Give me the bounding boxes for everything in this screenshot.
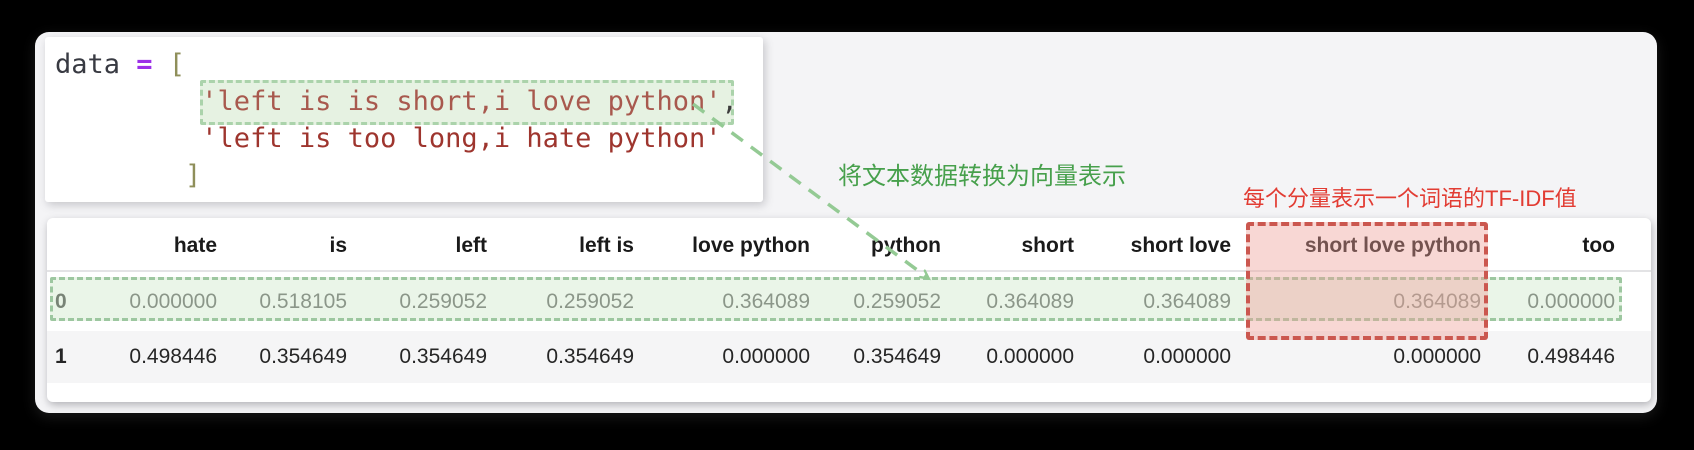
column-header-short-love: short love — [1074, 222, 1231, 272]
tfidf-column-highlight-box — [1246, 222, 1488, 340]
index-header — [47, 222, 87, 272]
cell-value: 0.354649 — [399, 345, 487, 368]
spacer-cell — [1615, 331, 1651, 383]
close-bracket: ] — [185, 160, 202, 191]
code-line-1: data = [ — [55, 46, 738, 83]
assign-operator: = — [136, 49, 153, 80]
row-index: 1 — [55, 345, 67, 368]
cell-value: 0.498446 — [1527, 345, 1615, 368]
cell-value: 0.000000 — [722, 345, 810, 368]
cell-value: 0.498446 — [129, 345, 217, 368]
column-header-left: left — [347, 222, 487, 272]
string-literal-2: 'left is too long,i hate python' — [201, 123, 722, 154]
spacer-header — [1615, 222, 1651, 272]
column-header-short: short — [941, 222, 1074, 272]
column-header-too: too — [1481, 222, 1615, 272]
comma: , — [721, 86, 738, 117]
string-literal-1: 'left is is short,i love python' — [201, 86, 722, 117]
vectorize-annotation: 将文本数据转换为向量表示 — [838, 163, 1126, 190]
cell-value: 0.354649 — [546, 345, 634, 368]
cell-value: 0.354649 — [853, 345, 941, 368]
cell-value: 0.000000 — [1143, 345, 1231, 368]
column-header-left-is: left is — [487, 222, 634, 272]
variable-name: data — [55, 49, 121, 80]
code-line-3: 'left is too long,i hate python' — [55, 120, 738, 157]
code-line-2: 'left is is short,i love python', — [55, 83, 738, 120]
screenshot-stage: data = ['left is is short,i love python'… — [0, 0, 1694, 450]
open-bracket: [ — [168, 49, 186, 80]
code-block: data = ['left is is short,i love python'… — [55, 46, 738, 194]
column-header-python: python — [810, 222, 941, 272]
code-cell[interactable]: data = ['left is is short,i love python'… — [45, 37, 763, 202]
cell-value: 0.354649 — [259, 345, 347, 368]
cell-value: 0.000000 — [986, 345, 1074, 368]
tfidf-annotation: 每个分量表示一个词语的TF-IDF值 — [1243, 186, 1577, 211]
column-header-love-python: love python — [634, 222, 810, 272]
column-header-is: is — [217, 222, 347, 272]
column-header-hate: hate — [87, 222, 217, 272]
code-line-4: ] — [55, 157, 738, 194]
